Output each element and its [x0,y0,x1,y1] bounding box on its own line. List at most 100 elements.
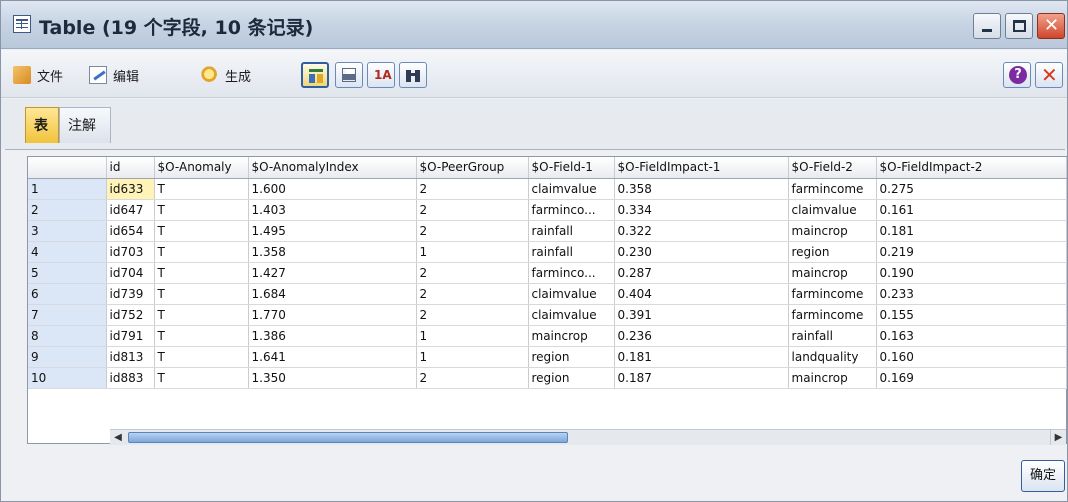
table-cell[interactable]: 0.219 [876,241,1067,263]
row-number-cell[interactable]: 5 [28,262,107,284]
row-number-cell[interactable]: 3 [28,220,107,242]
table-cell[interactable]: 0.236 [614,325,789,347]
ok-button[interactable]: 确定 [1021,460,1065,492]
table-cell[interactable]: T [154,325,249,347]
help-button[interactable]: ? [1003,62,1031,88]
row-number-cell[interactable]: 4 [28,241,107,263]
table-cell[interactable]: claimvalue [788,199,877,221]
table-cell[interactable]: 0.334 [614,199,789,221]
table-cell[interactable]: 1.350 [248,367,417,389]
table-view-button[interactable] [301,62,329,88]
tab-table[interactable]: 表 [25,107,59,143]
column-header[interactable]: id [106,157,155,179]
maximize-button[interactable] [1005,13,1033,39]
row-number-cell[interactable]: 2 [28,199,107,221]
table-cell[interactable]: 0.287 [614,262,789,284]
find-button[interactable] [399,62,427,88]
table-row[interactable]: 10 id883 T 1.350 2 region 0.187 maincrop 0.169 [28,367,1067,389]
table-cell[interactable]: 1.600 [248,178,417,200]
column-header[interactable]: $O-PeerGroup [416,157,529,179]
row-number-cell[interactable]: 8 [28,325,107,347]
minimize-button[interactable] [973,13,1001,39]
column-header[interactable] [28,157,107,179]
table-cell[interactable]: T [154,178,249,200]
table-cell[interactable]: T [154,346,249,368]
table-cell[interactable]: T [154,241,249,263]
table-row[interactable]: 8 id791 T 1.386 1 maincrop 0.236 rainfall 0.163 [28,325,1067,347]
table-cell[interactable]: maincrop [788,262,877,284]
table-cell[interactable]: region [528,367,615,389]
table-cell[interactable]: farmincome [788,283,877,305]
table-cell[interactable]: 1 [416,346,529,368]
table-cell[interactable]: region [788,241,877,263]
table-cell[interactable]: 0.161 [876,199,1067,221]
table-row[interactable]: 9 id813 T 1.641 1 region 0.181 landquality 0.160 [28,346,1067,368]
table-cell[interactable]: rainfall [788,325,877,347]
table-cell[interactable]: 1 [416,325,529,347]
table-cell[interactable]: 0.163 [876,325,1067,347]
table-cell[interactable]: 0.160 [876,346,1067,368]
table-cell[interactable]: 2 [416,178,529,200]
scroll-left-icon[interactable]: ◀ [110,430,126,445]
table-cell[interactable]: 2 [416,304,529,326]
column-header[interactable]: $O-FieldImpact-1 [614,157,789,179]
print-button[interactable] [335,62,363,88]
table-cell[interactable]: landquality [788,346,877,368]
table-row[interactable]: 6 id739 T 1.684 2 claimvalue 0.404 farmincome 0.… [28,283,1067,305]
table-cell[interactable]: rainfall [528,220,615,242]
horizontal-scrollbar[interactable]: ◀ ▶ [110,429,1066,445]
table-cell[interactable]: farminco... [528,262,615,284]
table-cell[interactable]: 2 [416,262,529,284]
table-cell[interactable]: T [154,367,249,389]
table-cell[interactable]: id704 [106,262,155,284]
table-row[interactable]: 5 id704 T 1.427 2 farminco... 0.287 maincrop 0.1… [28,262,1067,284]
table-cell[interactable]: 1.770 [248,304,417,326]
table-cell[interactable]: 0.275 [876,178,1067,200]
table-cell[interactable]: maincrop [528,325,615,347]
table-cell[interactable]: T [154,283,249,305]
table-cell[interactable]: 0.233 [876,283,1067,305]
row-number-cell[interactable]: 9 [28,346,107,368]
column-header[interactable]: $O-Field-1 [528,157,615,179]
table-cell[interactable]: id791 [106,325,155,347]
table-cell[interactable]: 1 [416,241,529,263]
table-cell[interactable]: claimvalue [528,178,615,200]
table-cell[interactable]: region [528,346,615,368]
table-cell[interactable]: 0.358 [614,178,789,200]
title-bar[interactable]: Table (19 个字段, 10 条记录) ✕ [1,1,1067,49]
table-cell[interactable]: 0.181 [876,220,1067,242]
table-cell[interactable]: 1.358 [248,241,417,263]
table-cell[interactable]: id752 [106,304,155,326]
table-cell[interactable]: id654 [106,220,155,242]
table-cell[interactable]: 0.169 [876,367,1067,389]
table-cell[interactable]: id633 [106,178,155,200]
table-cell[interactable]: T [154,262,249,284]
row-number-cell[interactable]: 1 [28,178,107,200]
table-cell[interactable]: claimvalue [528,283,615,305]
column-header[interactable]: $O-FieldImpact-2 [876,157,1067,179]
table-cell[interactable]: T [154,220,249,242]
table-cell[interactable]: id739 [106,283,155,305]
table-cell[interactable]: 0.322 [614,220,789,242]
table-cell[interactable]: 1.427 [248,262,417,284]
table-row[interactable]: 1 id633 T 1.600 2 claimvalue 0.358 farmincome 0.… [28,178,1067,200]
sort-button[interactable]: 1A [367,62,395,88]
tab-annotations[interactable]: 注解 [59,107,111,143]
table-cell[interactable]: 0.230 [614,241,789,263]
scrollbar-thumb[interactable] [128,432,568,443]
table-cell[interactable]: 1.495 [248,220,417,242]
table-cell[interactable]: rainfall [528,241,615,263]
table-cell[interactable]: 0.391 [614,304,789,326]
table-cell[interactable]: 0.181 [614,346,789,368]
menu-edit[interactable]: 编辑 [89,64,139,86]
row-number-cell[interactable]: 10 [28,367,107,389]
table-cell[interactable]: id883 [106,367,155,389]
row-number-cell[interactable]: 6 [28,283,107,305]
table-cell[interactable]: maincrop [788,220,877,242]
table-cell[interactable]: maincrop [788,367,877,389]
table-cell[interactable]: T [154,304,249,326]
column-header[interactable]: $O-AnomalyIndex [248,157,417,179]
table-cell[interactable]: 1.386 [248,325,417,347]
table-cell[interactable]: 0.190 [876,262,1067,284]
table-row[interactable]: 7 id752 T 1.770 2 claimvalue 0.391 farmincome 0.… [28,304,1067,326]
